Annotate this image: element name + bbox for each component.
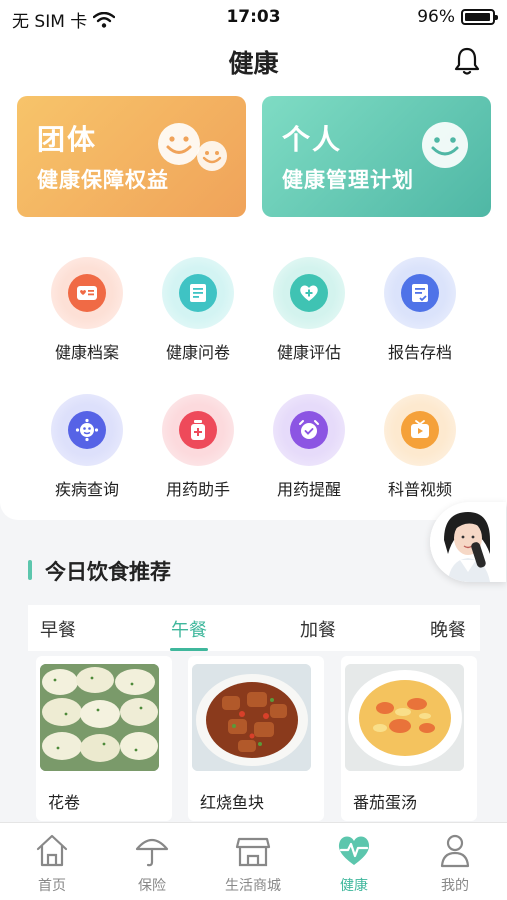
status-right: 96% [417, 7, 498, 27]
halo [273, 257, 345, 329]
core [68, 274, 106, 312]
bell-icon[interactable] [453, 46, 481, 76]
virus-icon [75, 418, 99, 442]
smiley-pair-icon [158, 123, 227, 171]
grid-item-label: 报告存档 [387, 343, 452, 362]
personal-plan-card[interactable]: 个人 健康管理计划 [262, 96, 491, 217]
nav-label: 健康 [340, 878, 368, 894]
personal-card-title: 个人 [282, 123, 343, 156]
grid-item-label: 科普视频 [387, 480, 452, 499]
grid-item-science-video[interactable]: 科普视频 [365, 394, 475, 500]
tv-icon [411, 420, 429, 438]
core [401, 411, 439, 449]
food-card-soup[interactable]: 番茄蛋汤 [341, 656, 477, 821]
halo [51, 394, 123, 466]
grid-item-questionnaire[interactable]: 健康问卷 [143, 257, 253, 363]
nav-health[interactable]: 健康 [309, 831, 399, 895]
core [68, 411, 106, 449]
group-benefits-card[interactable]: 团体 健康保障权益 [17, 96, 246, 217]
report-icon [412, 284, 428, 302]
halo [384, 394, 456, 466]
heart-plus-icon [300, 285, 318, 301]
nav-label: 生活商城 [225, 878, 281, 894]
grid-item-label: 健康档案 [54, 343, 119, 362]
home-icon [36, 834, 68, 867]
bottom-tab-bar: 首页 保险 生活商城 健康 我的 [0, 822, 507, 900]
halo [162, 257, 234, 329]
nav-life-mall[interactable]: 生活商城 [208, 831, 298, 895]
grid-item-health-record[interactable]: 健康档案 [32, 257, 142, 363]
grid-item-assessment[interactable]: 健康评估 [254, 257, 364, 363]
halo [51, 257, 123, 329]
group-card-title: 团体 [37, 123, 98, 156]
food-image-fish [192, 664, 311, 771]
active-tab-underline [170, 648, 208, 651]
core [290, 274, 328, 312]
core [401, 274, 439, 312]
battery-text: 96% [417, 7, 455, 27]
battery-icon [461, 9, 498, 25]
header: 健康 [0, 36, 507, 88]
food-name: 花卷 [48, 793, 81, 812]
grid-item-disease-query[interactable]: 疾病查询 [32, 394, 142, 500]
food-card-fish[interactable]: 红烧鱼块 [188, 656, 324, 821]
tab-breakfast[interactable]: 早餐 [40, 616, 76, 642]
grid-item-label: 健康评估 [276, 343, 341, 362]
customer-service-button[interactable] [430, 502, 506, 582]
status-bar: 无 SIM 卡 17:03 96% [0, 0, 507, 36]
grid-item-label: 用药提醒 [276, 480, 341, 499]
grid-item-medicine-reminder[interactable]: 用药提醒 [254, 394, 364, 500]
nav-insurance[interactable]: 保险 [107, 831, 197, 895]
function-grid: 健康档案 健康问卷 健康评估 报告存档 疾病查询 用药助手 用药提醒 科普视频 [0, 230, 507, 520]
halo [273, 394, 345, 466]
customer-service-agent-icon [430, 502, 506, 582]
umbrella-icon [135, 838, 169, 867]
steamed-rolls-image [40, 664, 159, 771]
smiley-icon [422, 122, 468, 168]
nav-label: 保险 [138, 878, 166, 894]
battery-fill [465, 13, 490, 21]
core [179, 411, 217, 449]
grid-item-label: 健康问卷 [165, 343, 230, 362]
group-card-subtitle: 健康保障权益 [37, 168, 169, 192]
section-accent-bar [28, 560, 32, 580]
nav-mine[interactable]: 我的 [410, 831, 500, 895]
nav-label: 我的 [441, 878, 469, 894]
tomato-egg-soup-image [345, 664, 464, 771]
food-name: 红烧鱼块 [200, 793, 265, 812]
grid-item-label: 用药助手 [165, 480, 230, 499]
tab-snack[interactable]: 加餐 [300, 616, 336, 642]
health-record-icon [77, 286, 97, 300]
personal-card-subtitle: 健康管理计划 [282, 168, 414, 192]
halo [162, 394, 234, 466]
page-title: 健康 [228, 49, 279, 78]
questionnaire-icon [190, 284, 206, 302]
food-image-huajuan [40, 664, 159, 771]
meal-tabs: 早餐 午餐 加餐 晚餐 [28, 605, 480, 651]
alarm-clock-icon [299, 420, 319, 439]
user-icon [440, 834, 470, 868]
food-name: 番茄蛋汤 [353, 793, 418, 812]
medicine-bottle-icon [191, 420, 205, 440]
tab-lunch[interactable]: 午餐 [171, 616, 207, 642]
heart-pulse-icon [338, 836, 370, 865]
nav-label: 首页 [38, 878, 66, 894]
grid-item-medicine-assistant[interactable]: 用药助手 [143, 394, 253, 500]
food-card-huajuan[interactable]: 花卷 [36, 656, 172, 821]
nav-home[interactable]: 首页 [7, 831, 97, 895]
grid-item-report-archive[interactable]: 报告存档 [365, 257, 475, 363]
store-icon [235, 837, 271, 867]
tab-dinner[interactable]: 晚餐 [430, 616, 466, 642]
grid-item-label: 疾病查询 [54, 480, 119, 499]
food-image-soup [345, 664, 464, 771]
core [179, 274, 217, 312]
braised-fish-image [192, 664, 311, 771]
halo [384, 257, 456, 329]
diet-section-title: 今日饮食推荐 [45, 560, 171, 584]
core [290, 411, 328, 449]
